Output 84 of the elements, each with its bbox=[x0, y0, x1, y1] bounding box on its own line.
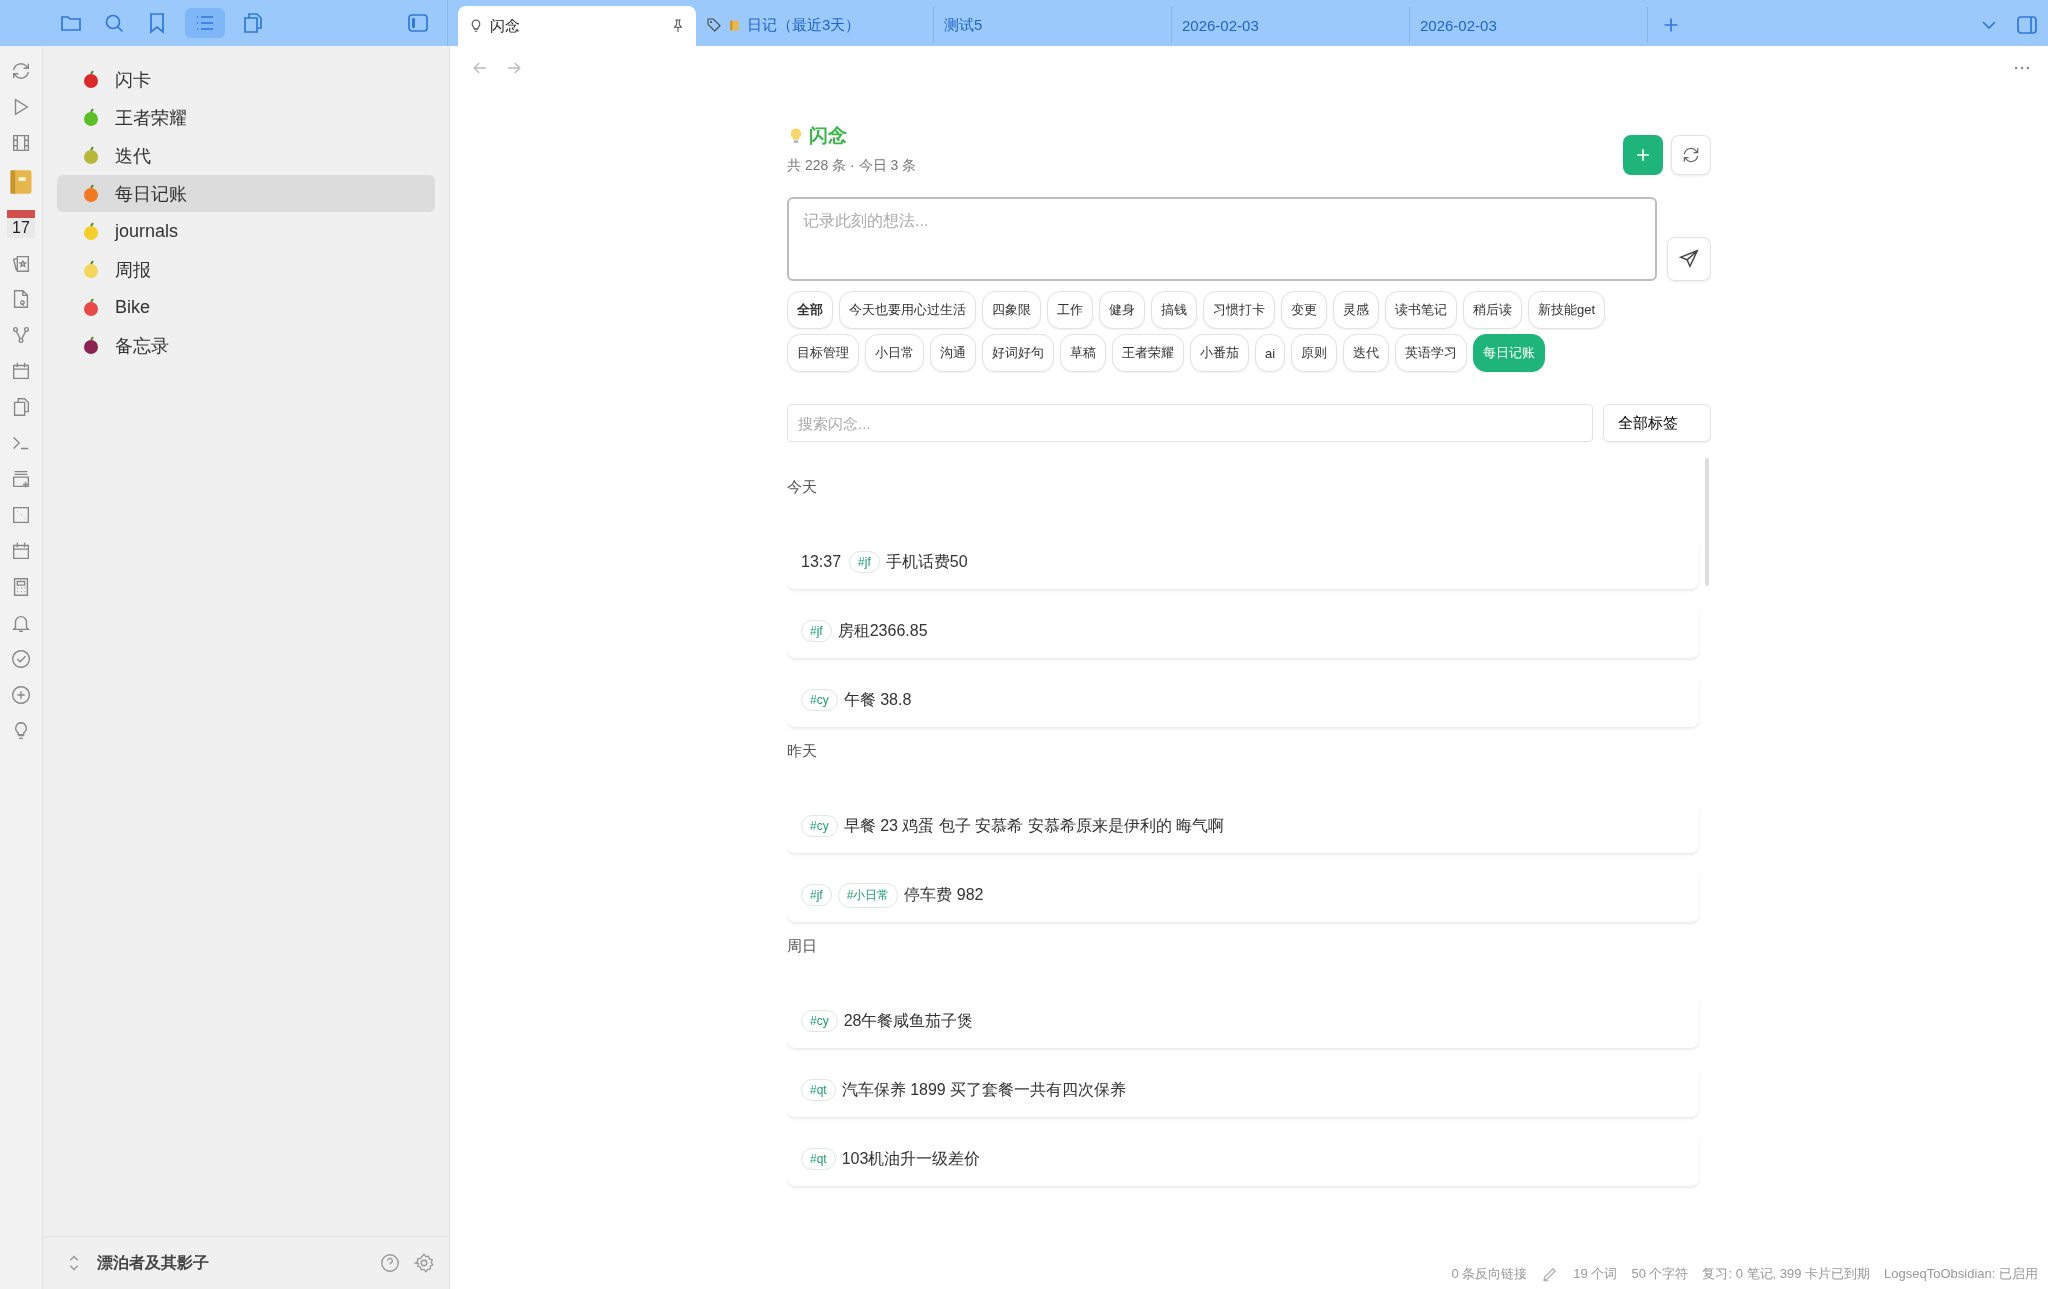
memo-card[interactable]: #jf 房租2366.85 bbox=[787, 604, 1699, 658]
apple-icon bbox=[81, 107, 101, 128]
tangerine-icon bbox=[81, 183, 101, 204]
memo-text: 汽车保养 1899 买了套餐一共有四次保养 bbox=[841, 1079, 1127, 1100]
memo-text: 28午餐咸鱼茄子煲 bbox=[843, 1010, 974, 1031]
tag-filter-chip[interactable]: ai bbox=[1255, 334, 1286, 372]
tag-filter-chip[interactable]: 健身 bbox=[1099, 291, 1145, 329]
tag-filter-chip[interactable]: 王者荣耀 bbox=[1112, 334, 1184, 372]
memo-card[interactable]: #jf #小日常 停车费 982 bbox=[787, 868, 1699, 922]
list-icon[interactable] bbox=[185, 8, 225, 38]
film-icon[interactable] bbox=[10, 132, 32, 154]
refresh-button[interactable] bbox=[1671, 135, 1711, 175]
tag-filter-chip[interactable]: 目标管理 bbox=[787, 334, 859, 372]
date-group-label: 周日 bbox=[787, 937, 818, 956]
count-summary: 共 228 条 · 今日 3 条 bbox=[787, 157, 917, 175]
tag-filter-chip[interactable]: 原则 bbox=[1291, 334, 1338, 372]
tag-filter-chip[interactable]: 今天也要用心过生活 bbox=[839, 291, 976, 329]
memo-card[interactable]: #cy 早餐 23 鸡蛋 包子 安慕希 安慕希原来是伊利的 晦气啊 bbox=[787, 799, 1699, 853]
sidebar-item[interactable]: 闪卡 bbox=[57, 61, 435, 98]
sidebar-item[interactable]: 备忘录 bbox=[57, 327, 435, 364]
memo-text: 停车费 982 bbox=[904, 884, 984, 905]
add-button[interactable] bbox=[1623, 135, 1663, 175]
tag-filter-chip[interactable]: 迭代 bbox=[1343, 334, 1390, 372]
memo-input[interactable]: 记录此刻的想法... bbox=[787, 197, 1657, 281]
tag-filter-chip[interactable]: 习惯打卡 bbox=[1203, 291, 1275, 329]
settings-icon[interactable] bbox=[413, 1252, 435, 1274]
tag-filter-chip[interactable]: 搞钱 bbox=[1151, 291, 1197, 329]
tag-filter-chip[interactable]: 稍后读 bbox=[1463, 291, 1522, 329]
memo-card[interactable]: 13:37 #jf 手机话费50 bbox=[787, 535, 1699, 589]
tag-filter-chip[interactable]: 四象限 bbox=[982, 291, 1041, 329]
memo-text: 午餐 38.8 bbox=[843, 689, 912, 710]
sidebar-item[interactable]: 每日记账 bbox=[57, 175, 435, 212]
sidebar-item[interactable]: 迭代 bbox=[57, 137, 435, 174]
calendar-day-icon[interactable]: 17 bbox=[7, 210, 35, 238]
tag-icon bbox=[706, 17, 722, 33]
calendar-icon[interactable] bbox=[10, 540, 32, 562]
dice-icon[interactable] bbox=[10, 504, 32, 526]
refresh-icon bbox=[1681, 145, 1701, 165]
calendar-icon[interactable] bbox=[10, 360, 32, 382]
tag-filter-chip[interactable]: 沟通 bbox=[930, 334, 976, 372]
vault-name[interactable]: 漂泊者及其影子 bbox=[97, 1252, 209, 1274]
memo-text: 早餐 23 鸡蛋 包子 安慕希 安慕希原来是伊利的 晦气啊 bbox=[843, 815, 1225, 836]
tag-filter-chip[interactable]: 草稿 bbox=[1060, 334, 1106, 372]
tab[interactable]: 闪念 bbox=[458, 6, 696, 46]
tag-pill[interactable]: #小日常 bbox=[837, 882, 899, 908]
tag-filter-chip[interactable]: 变更 bbox=[1281, 291, 1327, 329]
memo-card[interactable]: #qt 汽车保养 1899 买了套餐一共有四次保养 bbox=[787, 1063, 1699, 1117]
tag-filter-chip[interactable]: 小日常 bbox=[865, 334, 924, 372]
send-button[interactable] bbox=[1667, 237, 1711, 281]
tag-filter-chip[interactable]: 工作 bbox=[1047, 291, 1093, 329]
apple-icon bbox=[81, 69, 101, 90]
tag-filter-chip[interactable]: 灵感 bbox=[1333, 291, 1379, 329]
date-group-label: 昨天 bbox=[787, 742, 818, 761]
sync-icon[interactable] bbox=[10, 60, 32, 82]
memo-text: 房租2366.85 bbox=[837, 620, 928, 641]
send-icon bbox=[1678, 248, 1700, 270]
sidebar-item[interactable]: journals bbox=[57, 213, 435, 250]
sidebar-item[interactable]: 周报 bbox=[57, 251, 435, 288]
all-tags-button[interactable]: 全部标签 bbox=[1603, 404, 1711, 442]
memo-card[interactable]: #cy 28午餐咸鱼茄子煲 bbox=[787, 994, 1699, 1048]
tag-filter-chip[interactable]: 读书笔记 bbox=[1385, 291, 1457, 329]
tag-filter-chip[interactable]: 英语学习 bbox=[1395, 334, 1468, 372]
add-list-icon[interactable] bbox=[10, 468, 32, 490]
page-title: 闪念 bbox=[809, 124, 847, 148]
sidebar-item[interactable]: 王者荣耀 bbox=[57, 99, 435, 136]
memo-text: 103机油升一级差价 bbox=[841, 1148, 981, 1169]
word-count: 19 个词 bbox=[1573, 1265, 1618, 1283]
notebook-icon bbox=[728, 18, 741, 32]
tag-filter-chip[interactable]: 全部 bbox=[787, 291, 833, 329]
sidebar-item[interactable]: Bike bbox=[57, 289, 435, 326]
graph-icon[interactable] bbox=[10, 324, 32, 346]
tag-filter-chip[interactable]: 新技能get bbox=[1528, 291, 1606, 329]
date-group-label: 今天 bbox=[787, 478, 818, 497]
char-count: 50 个字符 bbox=[1631, 1265, 1689, 1283]
memo-time: 13:37 bbox=[801, 553, 842, 571]
search-field[interactable]: 搜索闪念... bbox=[787, 404, 1593, 442]
memo-card[interactable]: #qt 103机油升一级差价 bbox=[787, 1132, 1699, 1186]
lemon-icon bbox=[81, 221, 101, 242]
memo-card[interactable]: #cy 午餐 38.8 bbox=[787, 673, 1699, 727]
help-icon[interactable] bbox=[379, 1252, 401, 1274]
tag-filter-chip[interactable]: 小番茄 bbox=[1190, 334, 1249, 372]
memo-text: 手机话费50 bbox=[885, 551, 968, 572]
scrollbar-thumb[interactable] bbox=[1705, 458, 1709, 586]
tag-filter-chip[interactable]: 好词好句 bbox=[982, 334, 1054, 372]
